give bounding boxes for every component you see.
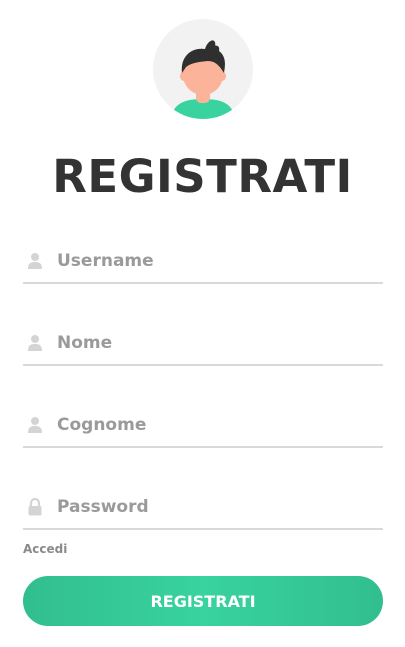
register-page: REGISTRATI Accedi REGISTRATI [0, 0, 405, 647]
accedi-link[interactable]: Accedi [23, 540, 67, 558]
username-input[interactable] [57, 246, 377, 276]
user-icon [28, 417, 42, 433]
cognome-input[interactable] [57, 410, 377, 440]
lock-icon [28, 498, 42, 516]
avatar [153, 19, 253, 119]
page-title: REGISTRATI [52, 150, 353, 203]
nome-field[interactable] [23, 324, 383, 366]
username-field[interactable] [23, 242, 383, 284]
user-icon [28, 335, 42, 351]
password-field[interactable] [23, 488, 383, 530]
user-icon [28, 253, 42, 269]
nome-input[interactable] [57, 328, 377, 358]
password-input[interactable] [57, 492, 377, 522]
cognome-field[interactable] [23, 406, 383, 448]
register-button[interactable]: REGISTRATI [23, 576, 383, 626]
